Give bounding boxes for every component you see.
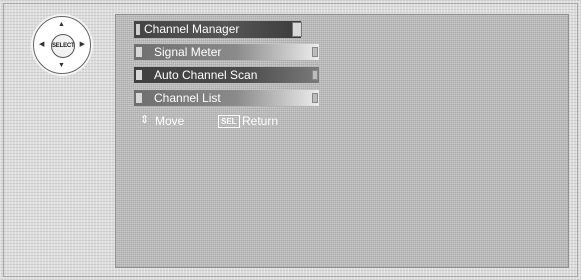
up-arrow-icon: ▲: [58, 21, 65, 28]
item-cap-left: [136, 70, 142, 80]
select-button-icon: SELECT: [51, 34, 75, 58]
menu-item-signal-meter[interactable]: Signal Meter: [134, 44, 319, 60]
menu-title: Channel Manager: [144, 22, 240, 36]
menu-title-bar: Channel Manager: [134, 21, 302, 38]
right-arrow-icon: ▶: [79, 41, 85, 48]
help-bar: ⇕ Move SEL Return: [140, 114, 320, 128]
menu-item-channel-list[interactable]: Channel List: [134, 90, 319, 106]
menu-item-label: Auto Channel Scan: [154, 68, 258, 82]
remote-dpad: ▲ ▼ ◀ ▶ SELECT: [33, 16, 91, 74]
title-cap-left: [136, 24, 140, 35]
tv-screen: Channel Manager Signal Meter Auto Channe…: [115, 14, 569, 268]
title-cap-right: [292, 22, 302, 37]
item-cap-right: [312, 47, 318, 57]
menu-item-label: Channel List: [154, 91, 221, 105]
item-cap-left: [136, 47, 142, 57]
down-arrow-icon: ▼: [58, 62, 65, 69]
help-move-label: Move: [155, 114, 185, 128]
item-cap-left: [136, 93, 142, 103]
menu-item-auto-channel-scan[interactable]: Auto Channel Scan: [134, 67, 319, 83]
item-cap-right: [312, 93, 318, 103]
menu-item-label: Signal Meter: [154, 45, 222, 59]
left-arrow-icon: ◀: [39, 41, 45, 48]
sel-key-icon: SEL: [218, 115, 240, 128]
up-down-arrow-icon: ⇕: [140, 114, 150, 126]
item-cap-right: [312, 70, 318, 80]
help-return-label: Return: [242, 114, 279, 128]
